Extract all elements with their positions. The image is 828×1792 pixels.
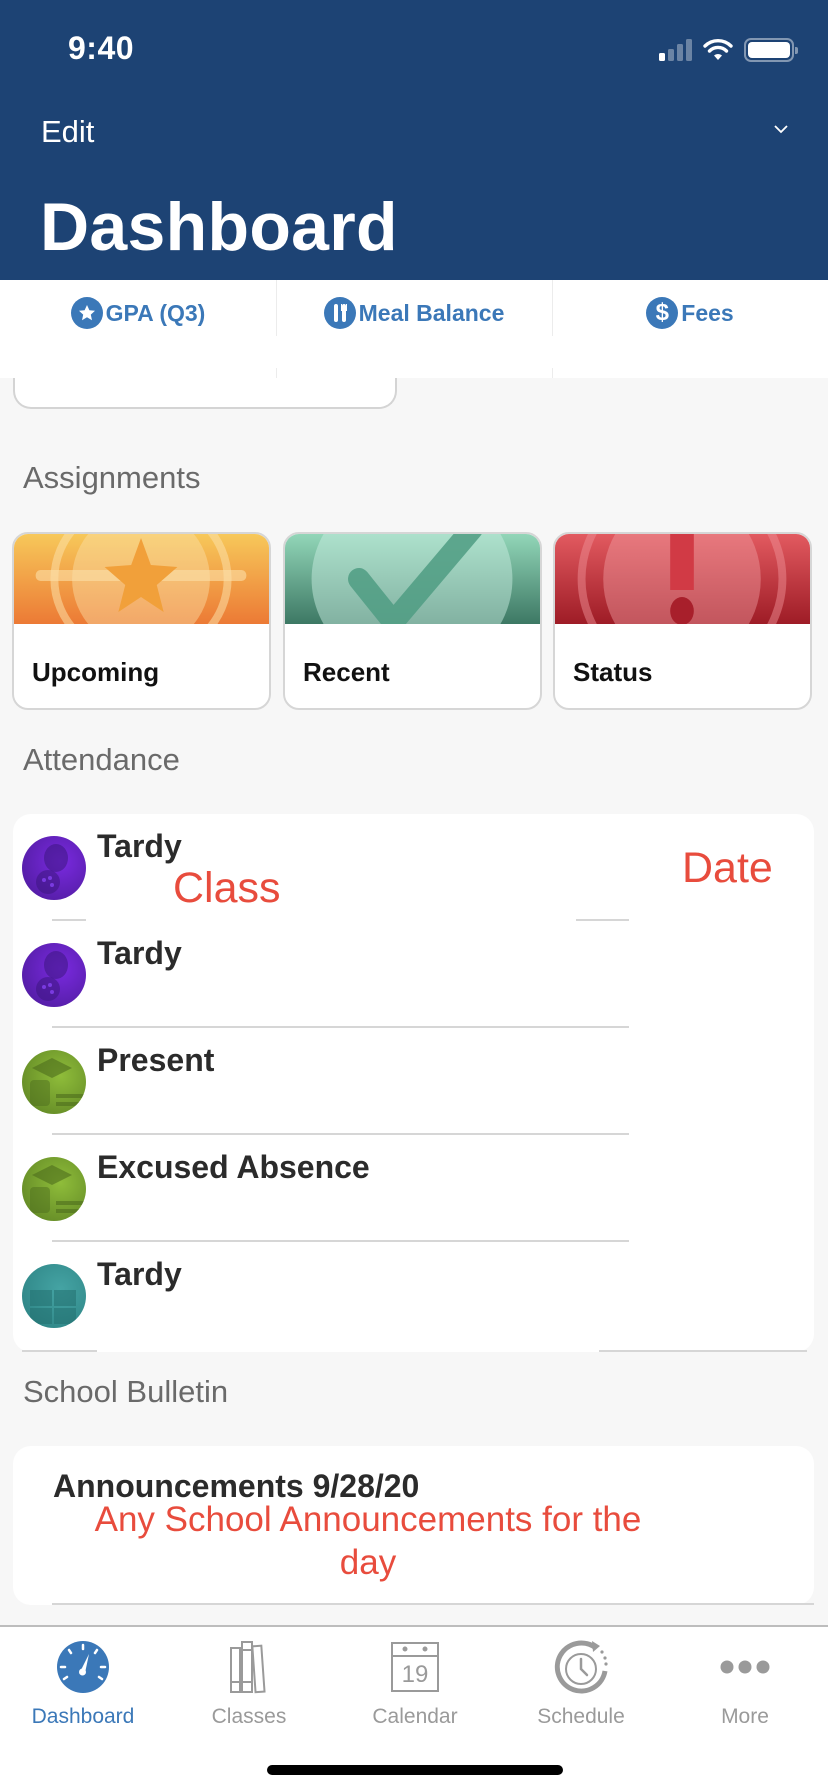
attendance-status: Excused Absence — [97, 1149, 370, 1185]
attendance-heading: Attendance — [23, 742, 180, 777]
page-title: Dashboard — [40, 189, 398, 265]
attendance-date: Date — [682, 844, 773, 892]
attendance-status: Tardy — [97, 935, 182, 971]
tab-dashboard[interactable]: Dashboard — [0, 1637, 166, 1737]
attendance-status: Present — [97, 1042, 215, 1078]
chevron-down-icon[interactable] — [772, 120, 790, 138]
quick-tab-label: Fees — [681, 299, 734, 326]
edit-button[interactable]: Edit — [41, 114, 94, 150]
bulletin-heading: School Bulletin — [23, 1374, 229, 1409]
books-icon — [219, 1637, 279, 1697]
calendar-day: 19 — [401, 1661, 429, 1688]
tab-label: Dashboard — [31, 1705, 135, 1728]
assignment-card-label: Status — [573, 657, 653, 687]
attendance-card: Tardy Class Date Tardy Present Excused A — [13, 814, 814, 1352]
assignment-card-upcoming[interactable]: Upcoming — [12, 532, 271, 710]
star-icon — [70, 297, 103, 329]
attendance-row[interactable]: Tardy Class Date — [13, 814, 814, 921]
tab-label: Schedule — [537, 1705, 625, 1728]
row-divider — [52, 1603, 814, 1605]
nav-header: 9:40 Edit Dashboard — [0, 0, 828, 280]
home-indicator[interactable] — [267, 1765, 563, 1775]
assignment-card-label: Upcoming — [32, 657, 160, 687]
attendance-row[interactable]: Tardy — [13, 921, 814, 1028]
attendance-status: Tardy — [97, 1256, 182, 1292]
wifi-icon — [703, 39, 733, 60]
quick-tabs: GPA (Q3) Meal Balance $ Fees — [0, 280, 828, 378]
attendance-row[interactable]: Tardy — [13, 1242, 814, 1349]
schedule-clock-icon — [551, 1637, 611, 1697]
theater-masks-icon — [22, 943, 86, 1007]
tab-classes[interactable]: Classes — [166, 1637, 332, 1737]
quick-tab-label: GPA (Q3) — [105, 299, 206, 326]
quick-tab-meal-balance[interactable]: Meal Balance — [276, 280, 552, 378]
dollar-icon: $ — [646, 297, 679, 329]
quick-tab-label: Meal Balance — [358, 299, 505, 326]
bulletin-body: Any School Announcements for the day — [94, 1500, 642, 1582]
tab-label: Classes — [211, 1705, 287, 1728]
row-divider — [599, 1350, 807, 1352]
screen: 9:40 Edit Dashboard GPA (Q3) Meal Balanc… — [0, 0, 828, 1792]
tab-label: Calendar — [372, 1705, 458, 1728]
status-icons — [659, 36, 798, 64]
assignments-heading: Assignments — [23, 460, 201, 495]
gpa-card-partial[interactable] — [13, 378, 397, 409]
checkmark-icon — [285, 534, 540, 624]
theater-masks-icon — [22, 836, 86, 900]
calendar-icon: 19 — [385, 1637, 445, 1697]
exclamation-icon — [555, 534, 810, 624]
attendance-status: Tardy — [97, 828, 182, 864]
quick-tab-gpa[interactable]: GPA (Q3) — [0, 280, 276, 378]
dashboard-gauge-icon — [53, 1637, 113, 1697]
attendance-row[interactable]: Present — [13, 1028, 814, 1135]
graduation-icon — [22, 1050, 86, 1114]
graduation-icon — [22, 1157, 86, 1221]
status-time: 9:40 — [68, 30, 135, 66]
signal-icon — [659, 39, 692, 61]
calculator-icon — [22, 1264, 86, 1328]
quick-tab-fees[interactable]: $ Fees — [552, 280, 828, 378]
assignment-card-label: Recent — [303, 657, 390, 687]
attendance-row[interactable]: Excused Absence — [13, 1135, 814, 1242]
bulletin-card[interactable]: Announcements 9/28/20 Any School Announc… — [13, 1446, 814, 1605]
more-dots-icon — [715, 1637, 775, 1697]
row-divider — [22, 1350, 97, 1352]
battery-icon — [744, 38, 798, 62]
tab-label: More — [721, 1705, 769, 1728]
tab-calendar[interactable]: 19 Calendar — [332, 1637, 498, 1737]
utensils-icon — [323, 297, 356, 329]
tab-more[interactable]: More — [662, 1637, 828, 1737]
tab-schedule[interactable]: Schedule — [498, 1637, 664, 1737]
star-badge-icon — [14, 534, 269, 624]
assignment-card-status[interactable]: Status — [553, 532, 812, 710]
attendance-class: Class — [173, 864, 281, 912]
assignment-card-recent[interactable]: Recent — [283, 532, 542, 710]
